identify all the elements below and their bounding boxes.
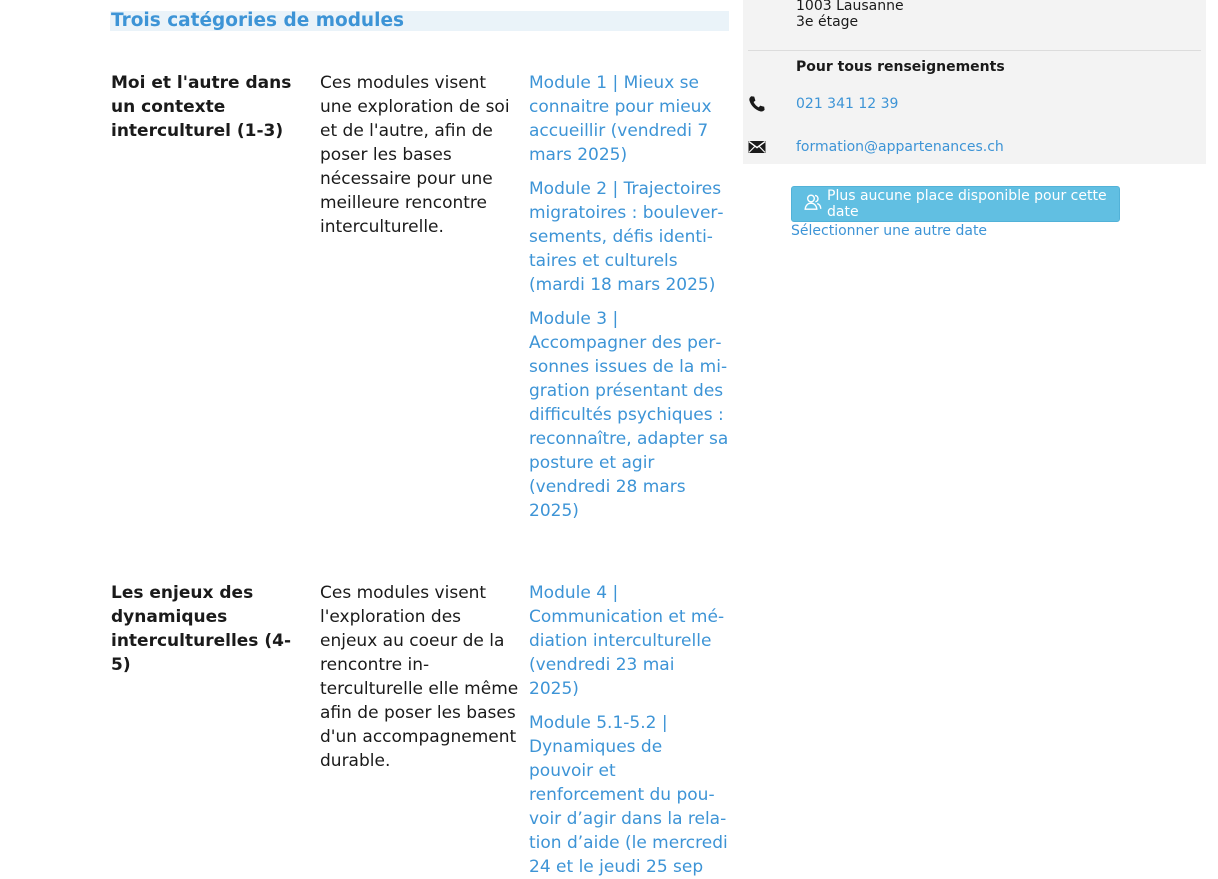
module-link[interactable]: Module 2 | Trajectoires migratoires : bo… bbox=[529, 177, 729, 297]
contact-sidebar: 1003 Lausanne 3e étage Pour tous renseig… bbox=[743, 0, 1206, 164]
phone-icon bbox=[747, 94, 767, 114]
email-link[interactable]: formation@appartenances.ch bbox=[796, 139, 1004, 155]
book-button[interactable]: Plus aucune place disponible pour cette … bbox=[791, 186, 1120, 222]
select-other-date-link[interactable]: Sélectionner une autre date bbox=[791, 222, 987, 240]
divider bbox=[748, 50, 1201, 51]
module-link[interactable]: Module 1 | Mieux se connaitre pour mieux… bbox=[529, 71, 729, 167]
category-description: Ces modules visent une exploration de so… bbox=[320, 73, 510, 237]
info-heading: Pour tous renseignements bbox=[796, 59, 1005, 75]
phone-link[interactable]: 021 341 12 39 bbox=[796, 96, 898, 112]
book-button-label: Plus aucune place disponible pour cette … bbox=[827, 188, 1107, 220]
module-list: Module 4 | Communication et mé­diation i… bbox=[529, 581, 729, 879]
section-heading: Trois catégories de modules bbox=[110, 11, 729, 31]
module-link[interactable]: Module 5.1-5.2 | Dynamiques de pouvoir e… bbox=[529, 711, 729, 879]
category-title: Les enjeux des dyna­miques interculturel… bbox=[111, 583, 291, 675]
category-title: Moi et l'autre dans un contexte intercul… bbox=[111, 73, 292, 141]
category-description: Ces modules visent l'ex­ploration des en… bbox=[320, 583, 519, 771]
address-city: 1003 Lausanne bbox=[796, 0, 904, 14]
users-icon bbox=[804, 193, 822, 215]
module-list: Module 1 | Mieux se connaitre pour mieux… bbox=[529, 71, 729, 523]
address-floor: 3e étage bbox=[796, 14, 859, 30]
module-link[interactable]: Module 3 | Accompagner des per­sonnes is… bbox=[529, 307, 729, 523]
envelope-icon bbox=[747, 137, 767, 157]
module-link[interactable]: Module 4 | Communication et mé­diation i… bbox=[529, 581, 729, 701]
